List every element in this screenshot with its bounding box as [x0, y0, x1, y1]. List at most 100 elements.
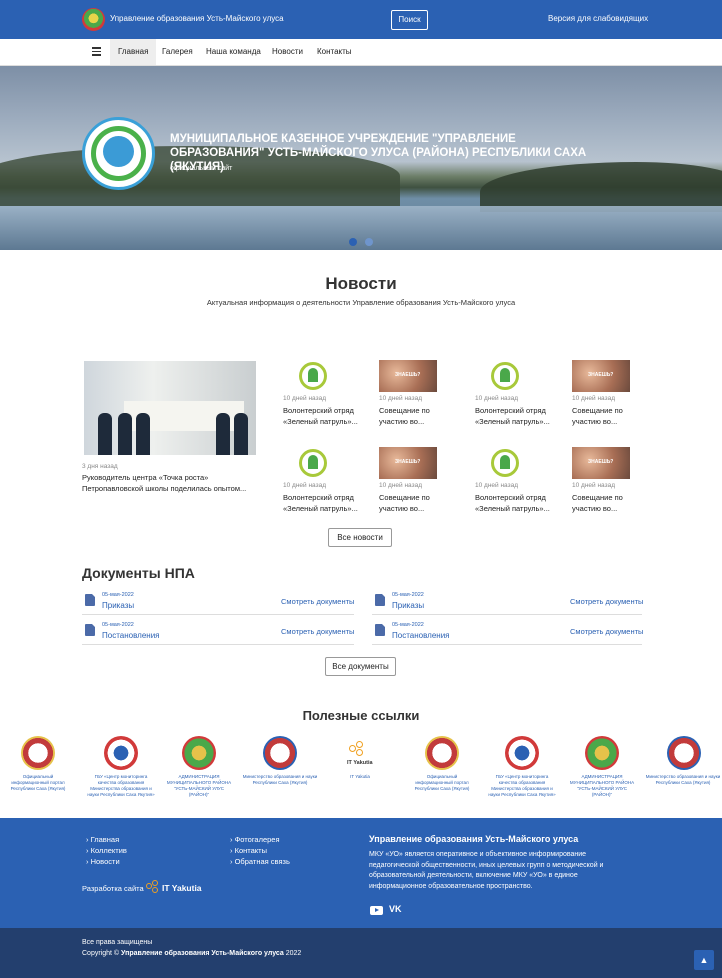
- divider: [372, 644, 642, 645]
- doc-name[interactable]: Постановления: [392, 631, 450, 640]
- search-button[interactable]: Поиск: [391, 10, 428, 30]
- accessible-version-link[interactable]: Версия для слабовидящих: [548, 14, 648, 23]
- hero-river: [0, 206, 722, 250]
- scroll-top-button[interactable]: ▲: [694, 950, 714, 970]
- ust-maya-admin-logo-icon[interactable]: [182, 736, 216, 770]
- news-date: 10 дней назад: [283, 395, 326, 402]
- divider: [372, 614, 642, 615]
- nav-item-contacts[interactable]: Контакты: [309, 39, 360, 65]
- nav-item-news[interactable]: Новости: [264, 39, 311, 65]
- news-subheading: Актуальная информация о деятельности Упр…: [206, 298, 516, 307]
- useful-link[interactable]: ГБУ «Центр мониторинга качества образова…: [86, 774, 156, 798]
- document-icon: [85, 624, 95, 636]
- rights-text: Все права защищены: [82, 939, 153, 946]
- featured-news-title[interactable]: Руководитель центра «Точка роста» Петроп…: [82, 472, 257, 494]
- news-thumb[interactable]: [283, 360, 341, 392]
- useful-link[interactable]: Министерство образования и науки Республ…: [645, 774, 721, 786]
- developer-name[interactable]: IT Yakutia: [162, 883, 202, 893]
- news-thumb[interactable]: ЗНАЕШЬ?: [572, 447, 630, 479]
- it-yakutia-logo-icon[interactable]: [349, 741, 367, 757]
- youtube-icon[interactable]: [370, 906, 383, 915]
- news-date: 10 дней назад: [475, 482, 518, 489]
- docs-heading: Документы НПА: [82, 565, 195, 581]
- news-date: 10 дней назад: [572, 395, 615, 402]
- news-title[interactable]: Волонтерский отряд «Зеленый патруль»...: [475, 492, 555, 514]
- news-title[interactable]: Волонтерский отряд «Зеленый патруль»...: [283, 492, 363, 514]
- carousel-dot-active[interactable]: [349, 238, 357, 246]
- news-title[interactable]: Волонтерский отряд «Зеленый патруль»...: [475, 405, 555, 427]
- footer-description: МКУ «УО» является оперативное и объектив…: [369, 851, 604, 890]
- news-title[interactable]: Совещание по участию во...: [572, 405, 636, 427]
- site-brand[interactable]: Управление образования Усть-Майского улу…: [110, 14, 284, 23]
- useful-link[interactable]: IT Yakutia: [340, 774, 380, 780]
- divider: [82, 614, 354, 615]
- view-docs-link[interactable]: Смотреть документы: [570, 597, 643, 606]
- useful-link[interactable]: АДМИНИСТРАЦИЯ МУНИЦИПАЛЬНОГО РАЙОНА "УСТ…: [567, 774, 637, 798]
- document-icon: [375, 594, 385, 606]
- ministry-education-logo-icon[interactable]: [667, 736, 701, 770]
- view-docs-link[interactable]: Смотреть документы: [281, 627, 354, 636]
- hero-title: МУНИЦИПАЛЬНОЕ КАЗЕННОЕ УЧРЕЖДЕНИЕ "УПРАВ…: [170, 133, 587, 173]
- featured-news-image[interactable]: [84, 361, 256, 455]
- useful-link[interactable]: АДМИНИСТРАЦИЯ МУНИЦИПАЛЬНОГО РАЙОНА "УСТ…: [164, 774, 234, 798]
- doc-name[interactable]: Постановления: [102, 631, 160, 640]
- emblem-icon: [82, 117, 155, 190]
- doc-date: 05-мая-2022: [102, 592, 134, 598]
- nav-item-home[interactable]: Главная: [110, 39, 157, 65]
- news-thumb[interactable]: [283, 447, 341, 479]
- news-thumb[interactable]: ЗНАЕШЬ?: [572, 360, 630, 392]
- doc-date: 05-мая-2022: [392, 622, 424, 628]
- news-thumb[interactable]: [475, 360, 533, 392]
- site-logo-icon[interactable]: [82, 8, 105, 31]
- footer-link-staff[interactable]: › Коллектив: [86, 846, 127, 855]
- divider: [82, 644, 354, 645]
- footer-link-news[interactable]: › Новости: [86, 857, 120, 866]
- all-news-button[interactable]: Все новости: [328, 528, 392, 547]
- ministry-education-logo-icon[interactable]: [263, 736, 297, 770]
- menu-icon[interactable]: [92, 47, 101, 56]
- news-heading: Новости: [325, 274, 397, 293]
- view-docs-link[interactable]: Смотреть документы: [570, 627, 643, 636]
- news-date: 10 дней назад: [475, 395, 518, 402]
- news-date: 10 дней назад: [283, 482, 326, 489]
- featured-news-date: 3 дня назад: [82, 463, 118, 470]
- news-thumb[interactable]: ЗНАЕШЬ?: [379, 447, 437, 479]
- it-yakutia-icon[interactable]: [146, 880, 159, 893]
- news-date: 10 дней назад: [379, 395, 422, 402]
- useful-link[interactable]: Официальный информационный портал Респуб…: [408, 774, 476, 792]
- ust-maya-admin-logo-icon[interactable]: [585, 736, 619, 770]
- news-date: 10 дней назад: [572, 482, 615, 489]
- copyright-text: Copyright © Управление образования Усть-…: [82, 950, 302, 957]
- news-thumb[interactable]: [475, 447, 533, 479]
- all-docs-button[interactable]: Все документы: [325, 657, 396, 676]
- doc-date: 05-мая-2022: [392, 592, 424, 598]
- footer-heading: Управление образования Усть-Майского улу…: [369, 834, 579, 844]
- main-nav: Главная Галерея Наша команда Новости Кон…: [0, 39, 722, 66]
- news-title[interactable]: Волонтерский отряд «Зеленый патруль»...: [283, 405, 363, 427]
- useful-link[interactable]: Министерство образования и науки Республ…: [241, 774, 319, 786]
- nav-item-team[interactable]: Наша команда: [198, 39, 269, 65]
- links-heading: Полезные ссылки: [302, 708, 420, 723]
- footer-link-home[interactable]: › Главная: [86, 835, 119, 844]
- doc-name[interactable]: Приказы: [392, 601, 424, 610]
- view-docs-link[interactable]: Смотреть документы: [281, 597, 354, 606]
- doc-name[interactable]: Приказы: [102, 601, 134, 610]
- news-title[interactable]: Совещание по участию во...: [379, 492, 443, 514]
- news-title[interactable]: Совещание по участию во...: [572, 492, 636, 514]
- footer-link-contacts[interactable]: › Контакты: [230, 846, 267, 855]
- sakha-portal-logo-icon[interactable]: [21, 736, 55, 770]
- useful-link[interactable]: Официальный информационный портал Респуб…: [4, 774, 72, 792]
- document-icon: [85, 594, 95, 606]
- nav-item-gallery[interactable]: Галерея: [154, 39, 201, 65]
- it-yakutia-logo-text: IT Yakutia: [347, 760, 373, 766]
- sakha-portal-logo-icon[interactable]: [425, 736, 459, 770]
- news-title[interactable]: Совещание по участию во...: [379, 405, 443, 427]
- vk-icon[interactable]: VK: [389, 904, 402, 914]
- footer-link-photo[interactable]: › Фотогалерея: [230, 835, 280, 844]
- monitoring-center-logo-icon[interactable]: [505, 736, 539, 770]
- news-thumb[interactable]: ЗНАЕШЬ?: [379, 360, 437, 392]
- carousel-dot[interactable]: [365, 238, 373, 246]
- monitoring-center-logo-icon[interactable]: [104, 736, 138, 770]
- useful-link[interactable]: ГБУ «Центр мониторинга качества образова…: [487, 774, 557, 798]
- footer-link-feedback[interactable]: › Обратная связь: [230, 857, 290, 866]
